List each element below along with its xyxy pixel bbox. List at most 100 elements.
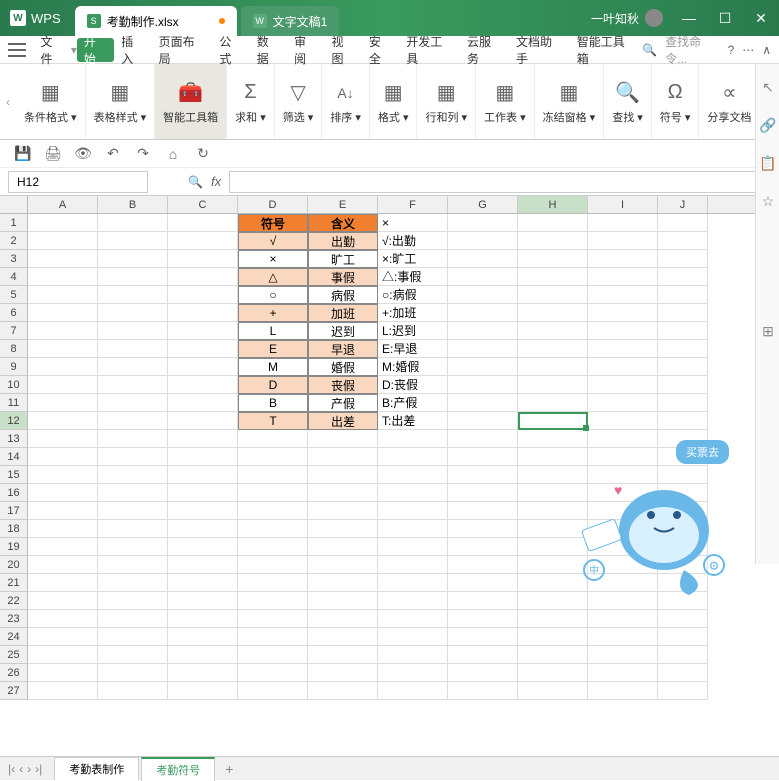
cell[interactable]	[308, 430, 378, 448]
col-header-F[interactable]: F	[378, 196, 448, 213]
cell[interactable]	[658, 268, 708, 286]
cell[interactable]	[448, 520, 518, 538]
cell[interactable]	[168, 304, 238, 322]
cell[interactable]	[448, 286, 518, 304]
cell[interactable]	[448, 394, 518, 412]
cell[interactable]	[518, 574, 588, 592]
refresh-button[interactable]: ↻	[194, 145, 212, 163]
cell[interactable]: M	[238, 358, 308, 376]
help-icon[interactable]: ?	[728, 43, 735, 57]
cell[interactable]	[168, 592, 238, 610]
cell[interactable]	[308, 466, 378, 484]
cell[interactable]	[658, 682, 708, 700]
cell[interactable]	[98, 520, 168, 538]
cell[interactable]	[448, 268, 518, 286]
cell[interactable]	[28, 394, 98, 412]
cell[interactable]	[308, 538, 378, 556]
cell[interactable]	[238, 556, 308, 574]
menu-security[interactable]: 安全	[362, 38, 399, 62]
cell[interactable]	[238, 502, 308, 520]
search-placeholder[interactable]: 查找命令...	[665, 33, 719, 67]
row-header[interactable]: 10	[0, 376, 28, 394]
menu-cloud[interactable]: 云服务	[460, 38, 509, 62]
ribbon-table-style[interactable]: ▦ 表格样式 ▾	[86, 64, 156, 139]
minimize-button[interactable]: —	[671, 4, 707, 32]
cell[interactable]	[168, 520, 238, 538]
cell[interactable]	[658, 646, 708, 664]
menu-formula[interactable]: 公式	[212, 38, 249, 62]
cells-grid[interactable]: 买票去 中 ⚙ ♥ 符号含义×√出勤√:出勤×旷工×:旷工△事假△:事假○病假○…	[28, 214, 779, 700]
row-header[interactable]: 21	[0, 574, 28, 592]
cell[interactable]	[28, 628, 98, 646]
more-icon[interactable]: ⋯	[742, 43, 754, 57]
cell[interactable]	[448, 556, 518, 574]
cell[interactable]	[98, 448, 168, 466]
cell[interactable]: +	[238, 304, 308, 322]
row-header[interactable]: 9	[0, 358, 28, 376]
col-header-E[interactable]: E	[308, 196, 378, 213]
cell[interactable]	[448, 484, 518, 502]
cell[interactable]	[238, 448, 308, 466]
redo-button[interactable]: ↷	[134, 145, 152, 163]
row-header[interactable]: 24	[0, 628, 28, 646]
star-icon[interactable]: ☆	[756, 186, 779, 216]
cell[interactable]	[168, 394, 238, 412]
cell[interactable]	[378, 664, 448, 682]
cell[interactable]	[658, 394, 708, 412]
cell[interactable]	[28, 646, 98, 664]
cell[interactable]	[28, 448, 98, 466]
cell[interactable]	[28, 376, 98, 394]
cell[interactable]	[168, 484, 238, 502]
row-header[interactable]: 23	[0, 610, 28, 628]
cell[interactable]	[238, 628, 308, 646]
cell[interactable]: E:早退	[378, 340, 448, 358]
cell[interactable]	[238, 592, 308, 610]
cell[interactable]	[448, 502, 518, 520]
cell[interactable]	[518, 538, 588, 556]
cell[interactable]	[378, 520, 448, 538]
cell[interactable]: 含义	[308, 214, 378, 232]
row-header[interactable]: 2	[0, 232, 28, 250]
sheet-nav-prev[interactable]: ‹	[19, 762, 23, 776]
cell[interactable]	[168, 664, 238, 682]
cell[interactable]	[378, 448, 448, 466]
col-header-C[interactable]: C	[168, 196, 238, 213]
cell[interactable]	[98, 322, 168, 340]
cell[interactable]: ×:旷工	[378, 250, 448, 268]
cell[interactable]	[448, 574, 518, 592]
menu-view[interactable]: 视图	[325, 38, 362, 62]
cell[interactable]	[98, 268, 168, 286]
cell[interactable]	[448, 610, 518, 628]
cell[interactable]	[378, 538, 448, 556]
cell[interactable]: 事假	[308, 268, 378, 286]
cell[interactable]: L:迟到	[378, 322, 448, 340]
cell[interactable]: E	[238, 340, 308, 358]
ribbon-symbol[interactable]: Ω 符号 ▾	[652, 64, 700, 139]
cell[interactable]	[308, 682, 378, 700]
cell[interactable]	[378, 592, 448, 610]
cell[interactable]	[448, 538, 518, 556]
ribbon-worksheet[interactable]: ▦ 工作表 ▾	[476, 64, 535, 139]
cell[interactable]	[98, 664, 168, 682]
cell[interactable]	[588, 394, 658, 412]
name-box[interactable]: H12	[8, 171, 148, 193]
cell[interactable]	[28, 466, 98, 484]
cell[interactable]	[28, 682, 98, 700]
app-logo[interactable]: W WPS	[0, 10, 71, 26]
cell[interactable]	[518, 286, 588, 304]
cursor-icon[interactable]: ↖	[756, 72, 779, 102]
cell[interactable]	[238, 538, 308, 556]
cell[interactable]	[98, 610, 168, 628]
menu-file[interactable]: 文件	[34, 38, 71, 62]
cell[interactable]: 符号	[238, 214, 308, 232]
cell[interactable]	[308, 520, 378, 538]
cell[interactable]	[448, 412, 518, 430]
ribbon-sum[interactable]: Σ 求和 ▾	[227, 64, 275, 139]
cell[interactable]	[448, 646, 518, 664]
menu-start[interactable]: 开始	[77, 38, 114, 62]
cell[interactable]	[448, 592, 518, 610]
zoom-icon[interactable]: 🔍	[188, 175, 203, 189]
cell[interactable]	[98, 646, 168, 664]
close-button[interactable]: ✕	[743, 4, 779, 32]
print-button[interactable]: 🖨	[44, 145, 62, 163]
